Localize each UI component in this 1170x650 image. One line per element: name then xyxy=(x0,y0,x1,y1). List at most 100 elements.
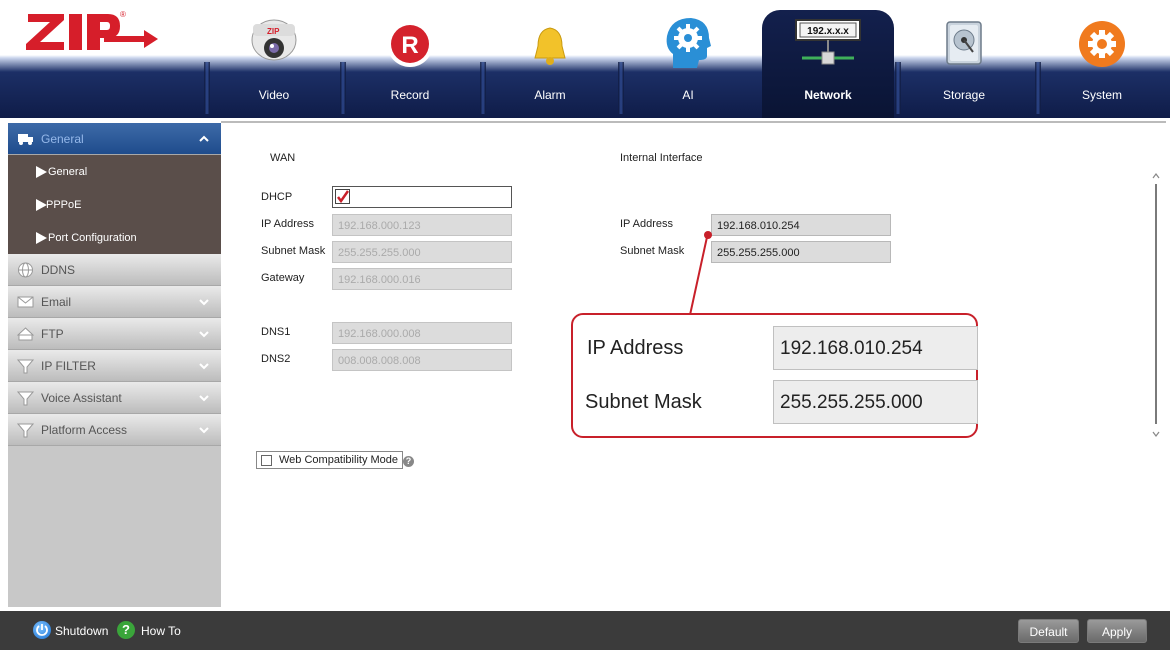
chevron-down-icon xyxy=(199,360,209,370)
truck-icon xyxy=(17,131,34,147)
dns2-field[interactable]: 008.008.008.008 xyxy=(332,349,512,371)
callout-pointer xyxy=(689,231,712,316)
zip-logo: ® xyxy=(24,8,164,54)
bottom-bar: Shutdown ? How To Default Apply xyxy=(0,611,1170,650)
mail-icon xyxy=(17,294,34,310)
registered-mark: ® xyxy=(120,10,126,19)
hard-disk-icon xyxy=(939,14,989,72)
tab-system-label: System xyxy=(1081,88,1122,102)
default-button[interactable]: Default xyxy=(1018,619,1079,643)
callout-ip-label: IP Address xyxy=(587,337,684,359)
dhcp-field xyxy=(332,186,512,208)
how-to-button[interactable]: How To xyxy=(141,624,181,638)
tab-system[interactable]: System xyxy=(1036,0,1168,118)
sidebar-item-port-configuration[interactable]: Port Configuration xyxy=(8,221,221,254)
internal-ip-label: IP Address xyxy=(620,218,673,230)
sidebar-item-pppoe[interactable]: PPPoE xyxy=(8,188,221,221)
sidebar-group-general[interactable]: General xyxy=(8,123,221,155)
chevron-down-icon xyxy=(199,424,209,434)
sidebar-group-label: Email xyxy=(41,295,72,309)
dhcp-checkbox[interactable] xyxy=(335,189,350,204)
sidebar-group-label: FTP xyxy=(41,327,64,341)
power-icon[interactable] xyxy=(33,621,51,639)
sidebar-group-label: DDNS xyxy=(41,263,76,277)
tab-network-label: Network xyxy=(804,88,852,102)
tab-ai-label: AI xyxy=(682,88,694,102)
tab-record[interactable]: R Record xyxy=(344,0,476,118)
dhcp-label: DHCP xyxy=(261,191,293,203)
dns1-label: DNS1 xyxy=(261,326,291,338)
camera-icon: ZIP xyxy=(249,14,299,72)
sidebar-group-label: Voice Assistant xyxy=(41,391,122,405)
callout-mask-label: Subnet Mask xyxy=(585,391,702,413)
web-compatibility-mode-toggle[interactable]: Web Compatibility Mode xyxy=(256,451,404,469)
vertical-scrollbar[interactable] xyxy=(1150,170,1162,440)
sidebar-group-voice-assistant[interactable]: Voice Assistant xyxy=(8,382,221,414)
sidebar-group-ftp[interactable]: FTP xyxy=(8,318,221,350)
sidebar-group-label: Platform Access xyxy=(41,423,128,437)
internal-ip-field[interactable]: 192.168.010.254 xyxy=(711,214,891,236)
filter-icon xyxy=(16,422,35,438)
internal-section-title: Internal Interface xyxy=(620,152,703,164)
tab-video[interactable]: ZIP Video xyxy=(208,0,340,118)
dns2-label: DNS2 xyxy=(261,353,291,365)
tab-storage[interactable]: Storage xyxy=(898,0,1030,118)
chevron-down-icon xyxy=(199,296,209,306)
alarm-bell-icon xyxy=(523,14,577,72)
chevron-down-icon xyxy=(199,392,209,402)
zoom-callout: IP Address 192.168.010.254 Subnet Mask 2… xyxy=(571,313,978,438)
sidebar-group-ddns[interactable]: DDNS xyxy=(8,254,221,286)
web-compat-label: Web Compatibility Mode xyxy=(279,454,399,466)
tab-video-label: Video xyxy=(258,88,290,102)
dns1-field[interactable]: 192.168.000.008 xyxy=(332,322,512,344)
ai-gear-head-icon xyxy=(663,14,713,72)
apply-button[interactable]: Apply xyxy=(1087,619,1147,643)
tab-alarm-label: Alarm xyxy=(534,88,566,102)
svg-text:R: R xyxy=(401,32,418,59)
sidebar-group-label: General xyxy=(41,132,84,146)
chevron-up-icon xyxy=(199,133,209,143)
app-window: ® ZIP Video R Record Alarm AI 192.x.x.x … xyxy=(0,0,1170,650)
tab-alarm[interactable]: Alarm xyxy=(484,0,616,118)
ftp-folder-icon xyxy=(16,326,35,342)
arrow-right-icon xyxy=(36,232,47,244)
sidebar-group-label: IP FILTER xyxy=(41,359,96,373)
callout-ip-field: 192.168.010.254 xyxy=(773,326,978,370)
wan-mask-label: Subnet Mask xyxy=(261,245,326,257)
globe-icon xyxy=(17,262,34,278)
tab-storage-label: Storage xyxy=(942,88,986,102)
wan-mask-field[interactable]: 255.255.255.000 xyxy=(332,241,512,263)
wan-section-title: WAN xyxy=(270,152,296,164)
wan-gateway-field[interactable]: 192.168.000.016 xyxy=(332,268,512,290)
svg-text:ZIP: ZIP xyxy=(267,27,280,36)
wan-ip-field[interactable]: 192.168.000.123 xyxy=(332,214,512,236)
web-compat-checkbox[interactable] xyxy=(261,455,272,466)
tab-network[interactable]: 192.x.x.x Network xyxy=(762,0,894,118)
callout-mask-field: 255.255.255.000 xyxy=(773,380,978,424)
sidebar-item-label: PPPoE xyxy=(46,199,82,211)
checkmark-icon xyxy=(337,190,350,204)
shutdown-button[interactable]: Shutdown xyxy=(55,624,108,638)
help-icon[interactable]: ? xyxy=(403,456,414,467)
how-to-icon[interactable]: ? xyxy=(117,621,135,639)
filter-icon xyxy=(16,358,35,374)
sidebar-item-general[interactable]: General xyxy=(8,155,221,188)
arrow-right-icon xyxy=(36,166,47,178)
content-divider xyxy=(221,121,1166,123)
record-icon: R xyxy=(385,14,435,72)
sidebar-item-label: General xyxy=(48,166,88,178)
chevron-down-icon xyxy=(199,328,209,338)
sidebar-submenu: General PPPoE Port Configuration xyxy=(8,155,221,254)
tab-ai[interactable]: AI xyxy=(622,0,754,118)
sidebar-group-email[interactable]: Email xyxy=(8,286,221,318)
wan-gateway-label: Gateway xyxy=(261,272,305,284)
internal-mask-field[interactable]: 255.255.255.000 xyxy=(711,241,891,263)
tab-record-label: Record xyxy=(390,88,430,102)
sidebar: General General PPPoE Port Configuration xyxy=(8,123,221,607)
sidebar-group-ip-filter[interactable]: IP FILTER xyxy=(8,350,221,382)
sidebar-item-label: Port Configuration xyxy=(48,232,137,244)
sidebar-group-platform-access[interactable]: Platform Access xyxy=(8,414,221,446)
system-gear-icon xyxy=(1077,14,1127,72)
top-navigation-bar: ® ZIP Video R Record Alarm AI 192.x.x.x … xyxy=(0,0,1170,118)
network-icon: 192.x.x.x xyxy=(790,14,866,72)
